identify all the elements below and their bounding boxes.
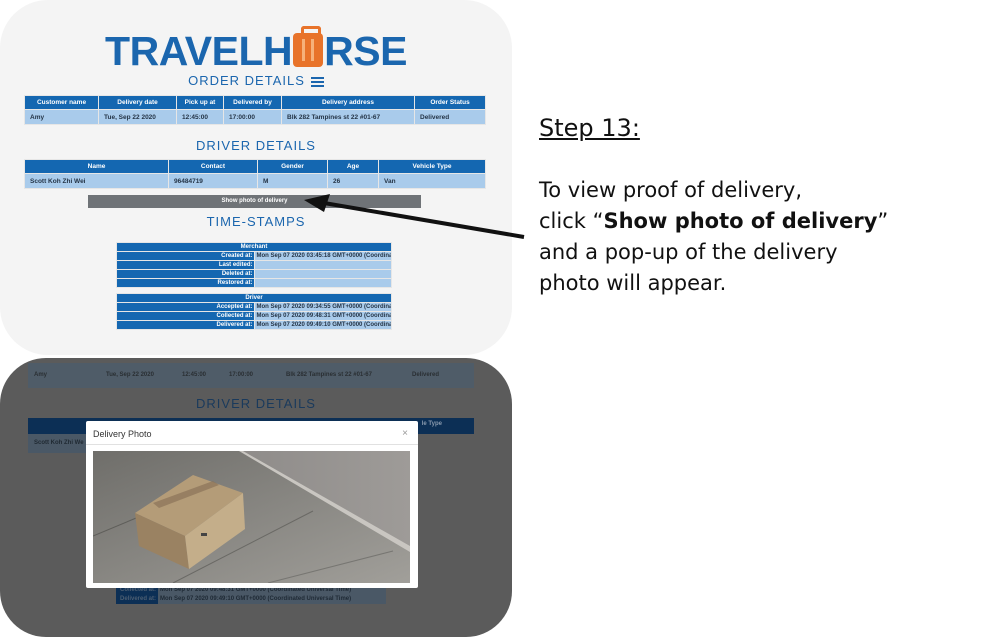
table-row: Accepted at: Mon Sep 07 2020 09:34:55 GMT… (116, 302, 392, 312)
driver-name: Scott Koh Zhi Wei (24, 173, 169, 189)
delivery-date: Tue, Sep 22 2020 (98, 109, 177, 125)
parcel-photo-image (93, 451, 410, 583)
table-row: Collected at: Mon Sep 07 2020 09:48:31 GM… (116, 311, 392, 321)
step-description: To view proof of delivery, click “Show p… (539, 175, 979, 299)
ts-value: Mon Sep 07 2020 09:49:10 GMT+0000 (Coord… (158, 595, 386, 604)
suitcase-icon (293, 26, 324, 67)
table-row: Created at: Mon Sep 07 2020 03:45:18 GMT+… (116, 251, 392, 261)
ts-label: Delivered at: (116, 320, 255, 330)
bg-cell: Amy (34, 372, 48, 378)
bg-driver-name: Scott Koh Zhi We (28, 434, 88, 453)
ts-value: Mon Sep 07 2020 09:48:31 GMT+0000 (Coord… (253, 311, 392, 321)
bg-timestamps: Collected at: Mon Sep 07 2020 09:48:31 GM… (116, 586, 386, 604)
driver-details-heading: DRIVER DETAILS (196, 138, 316, 153)
ts-value (253, 260, 392, 270)
table-row: Amy Tue, Sep 22 2020 12:45:00 17:00:00 B… (28, 363, 474, 388)
desc-line: and a pop-up of the delivery (539, 240, 838, 264)
col-contact: Contact (168, 159, 258, 174)
bg-cell: Delivered (412, 372, 440, 378)
table-row: Delivered at: Mon Sep 07 2020 09:49:10 GM… (116, 320, 392, 330)
bg-cell: Blk 282 Tampines st 22 #01-67 (286, 372, 372, 378)
col-name: Name (24, 159, 169, 174)
bg-cell: Tue, Sep 22 2020 (106, 372, 154, 378)
ts-label: Last edited: (116, 260, 255, 270)
bg-driver-heading: DRIVER DETAILS (196, 396, 316, 411)
pointer-arrow-icon (304, 194, 525, 239)
table-row: Amy Tue, Sep 22 2020 12:45:00 17:00:00 B… (24, 109, 486, 125)
desc-line: click “Show photo of delivery” (539, 206, 979, 237)
driver-timestamps: Driver Accepted at: Mon Sep 07 2020 09:34… (116, 293, 392, 330)
col-address: Delivery address (281, 95, 415, 110)
table-row: Deleted at: (116, 269, 392, 279)
ts-label: Deleted at: (116, 269, 255, 279)
modal-divider (86, 444, 418, 445)
filter-icon[interactable] (310, 76, 324, 87)
bg-header-text: le Type (421, 421, 442, 427)
delivery-photo-modal: Delivery Photo × (86, 421, 418, 588)
desc-text: ” (877, 209, 889, 233)
col-vehicle-type: Vehicle Type (378, 159, 486, 174)
modal-title: Delivery Photo (93, 429, 152, 439)
order-status: Delivered (414, 109, 486, 125)
delivered-by-time: 17:00:00 (223, 109, 282, 125)
pickup-time: 12:45:00 (176, 109, 224, 125)
tutorial-canvas: TRAVELH RSE ORDER DETAILS Customer name D… (0, 0, 983, 637)
col-gender: Gender (257, 159, 328, 174)
ts-value: Mon Sep 07 2020 03:45:18 GMT+0000 (Coord… (253, 251, 392, 261)
ts-label: Accepted at: (116, 302, 255, 312)
col-pickup: Pick up at (176, 95, 224, 110)
driver-table: Name Contact Gender Age Vehicle Type Sco… (24, 159, 486, 189)
order-table: Customer name Delivery date Pick up at D… (24, 95, 486, 125)
ts-label: Delivered at: (116, 595, 158, 604)
col-age: Age (327, 159, 379, 174)
ts-value: Mon Sep 07 2020 09:49:10 GMT+0000 (Coord… (253, 320, 392, 330)
order-details-heading: ORDER DETAILS (0, 73, 512, 88)
bg-cell: 17:00:00 (229, 372, 254, 378)
ts-label: Collected at: (116, 311, 255, 321)
driver-contact: 96484719 (168, 173, 258, 189)
table-row: Scott Koh Zhi Wei 96484719 M 26 Van (24, 173, 486, 189)
driver-gender: M (257, 173, 328, 189)
ts-label: Created at: (116, 251, 255, 261)
close-icon[interactable]: × (402, 428, 408, 439)
customer-name: Amy (24, 109, 99, 125)
delivery-address: Blk 282 Tampines st 22 #01-67 (281, 109, 415, 125)
driver-vehicle: Van (378, 173, 486, 189)
col-delivery-date: Delivery date (98, 95, 177, 110)
step-title: Step 13: (539, 114, 640, 142)
table-row: Delivered at: Mon Sep 07 2020 09:49:10 GM… (116, 595, 386, 604)
table-row: Last edited: (116, 260, 392, 270)
ts-value (253, 278, 392, 288)
order-table-header: Customer name Delivery date Pick up at D… (24, 95, 486, 110)
driver-age: 26 (327, 173, 379, 189)
delivery-photo (93, 451, 410, 583)
desc-text: click “ (539, 209, 604, 233)
driver-table-header: Name Contact Gender Age Vehicle Type (24, 159, 486, 174)
col-status: Order Status (414, 95, 486, 110)
table-row: Restored at: (116, 278, 392, 288)
col-customer-name: Customer name (24, 95, 99, 110)
ts-value: Mon Sep 07 2020 09:34:55 GMT+0000 (Coord… (253, 302, 392, 312)
bg-cell: 12:45:00 (182, 372, 207, 378)
desc-line: To view proof of delivery, (539, 178, 803, 202)
ts-label: Restored at: (116, 278, 255, 288)
order-page-screenshot: TRAVELH RSE ORDER DETAILS Customer name D… (0, 0, 512, 355)
travelhorse-logo: TRAVELH RSE (105, 26, 407, 74)
col-delivered-by: Delivered by (223, 95, 282, 110)
driver-ts-header: Driver (116, 293, 392, 303)
desc-line: photo will appear. (539, 271, 727, 295)
ts-value (253, 269, 392, 279)
desc-emphasis: Show photo of delivery (603, 209, 878, 233)
